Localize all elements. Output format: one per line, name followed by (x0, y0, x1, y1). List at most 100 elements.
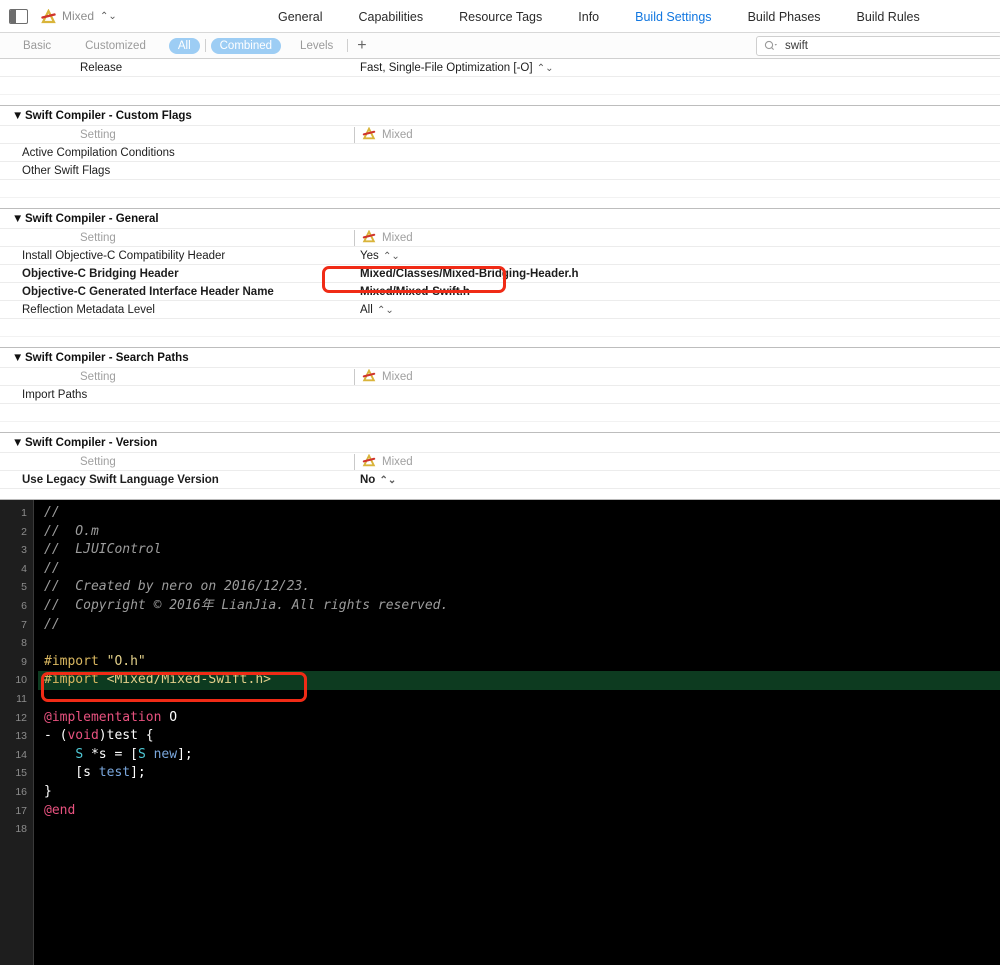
filter-all[interactable]: All (169, 38, 200, 54)
group-header-version[interactable]: ▼ Swift Compiler - Version (0, 433, 1000, 453)
code-area[interactable]: //// O.m// LJUIControl//// Created by ne… (34, 500, 1000, 965)
search-input[interactable]: swift (756, 36, 1000, 56)
setting-name: Reflection Metadata Level (0, 304, 352, 316)
code-token: O (161, 710, 177, 725)
group-subheader: Setting Mixed (0, 368, 1000, 386)
disclosure-triangle-icon[interactable]: ▼ (12, 352, 21, 364)
line-number: 8 (0, 634, 33, 653)
source-code-editor[interactable]: 123456789101112131415161718 //// O.m// L… (0, 500, 1000, 965)
line-number: 6 (0, 597, 33, 616)
chevron-updown-icon[interactable]: ⌃⌄ (537, 63, 554, 74)
group-separator (0, 198, 1000, 209)
tab-resource-tags[interactable]: Resource Tags (459, 10, 542, 24)
tab-info[interactable]: Info (578, 10, 599, 24)
code-token: // Copyright © 2016年 LianJia. All rights… (44, 598, 448, 613)
line-number-gutter: 123456789101112131415161718 (0, 500, 34, 965)
code-line[interactable] (38, 690, 1000, 709)
code-line[interactable]: // (38, 504, 1000, 523)
code-token: [s (44, 765, 99, 780)
table-row[interactable]: Other Swift Flags (0, 162, 1000, 180)
sidebar-toggle-icon[interactable] (9, 9, 28, 24)
code-token: ]; (130, 765, 146, 780)
code-line[interactable]: #import "O.h" (38, 653, 1000, 672)
table-row[interactable]: Reflection Metadata Level All ⌃⌄ (0, 301, 1000, 319)
setting-value[interactable]: All ⌃⌄ (352, 304, 1000, 316)
group-header-general[interactable]: ▼ Swift Compiler - General (0, 209, 1000, 229)
line-number: 17 (0, 802, 33, 821)
table-row[interactable]: Active Compilation Conditions (0, 144, 1000, 162)
resolved-column-header: Mixed (354, 127, 1000, 143)
code-line[interactable]: // Created by nero on 2016/12/23. (38, 578, 1000, 597)
setting-value[interactable]: No ⌃⌄ (352, 474, 1000, 486)
setting-value[interactable]: Mixed/Classes/Mixed-Bridging-Header.h (352, 268, 1000, 280)
code-token (44, 747, 75, 762)
code-line[interactable]: } (38, 783, 1000, 802)
setting-value[interactable]: Yes ⌃⌄ (352, 250, 1000, 262)
group-header-search-paths[interactable]: ▼ Swift Compiler - Search Paths (0, 348, 1000, 368)
code-line[interactable] (38, 820, 1000, 839)
code-line[interactable]: // Copyright © 2016年 LianJia. All rights… (38, 597, 1000, 616)
xcode-target-icon (40, 9, 57, 24)
table-row[interactable]: Import Paths (0, 386, 1000, 404)
code-line[interactable]: [s test]; (38, 764, 1000, 783)
resolved-column-header: Mixed (354, 230, 1000, 246)
group-title: Swift Compiler - Version (25, 437, 157, 449)
tab-capabilities[interactable]: Capabilities (358, 10, 423, 24)
add-setting-button[interactable]: + (357, 38, 366, 54)
chevron-updown-icon[interactable]: ⌃⌄ (380, 475, 397, 486)
resolved-column-header: Mixed (354, 369, 1000, 385)
code-line[interactable]: - (void)test { (38, 727, 1000, 746)
build-settings-table[interactable]: Release Fast, Single-File Optimization [… (0, 59, 1000, 499)
target-selector[interactable]: Mixed ⌃⌄ (40, 9, 117, 24)
line-number: 7 (0, 616, 33, 635)
filter-basic[interactable]: Basic (14, 38, 60, 54)
mixed-label: Mixed (382, 456, 413, 468)
table-row[interactable]: Install Objective-C Compatibility Header… (0, 247, 1000, 265)
search-value: swift (785, 40, 808, 52)
build-settings-filterbar: Basic Customized All Combined Levels + s… (0, 33, 1000, 59)
chevron-updown-icon[interactable]: ⌃⌄ (377, 305, 394, 316)
disclosure-triangle-icon[interactable]: ▼ (12, 437, 21, 449)
setting-value[interactable]: Fast, Single-File Optimization [-O] ⌃⌄ (352, 62, 1000, 74)
group-header-name: ▼ Swift Compiler - Version (0, 437, 352, 449)
filter-customized[interactable]: Customized (76, 38, 155, 54)
code-token: ]; (177, 747, 193, 762)
setting-value-text: No (360, 474, 375, 486)
table-row[interactable]: Use Legacy Swift Language Version No ⌃⌄ (0, 471, 1000, 489)
search-icon (764, 40, 779, 52)
code-line[interactable]: @end (38, 802, 1000, 821)
table-row[interactable]: Objective-C Generated Interface Header N… (0, 283, 1000, 301)
code-line[interactable]: @implementation O (38, 709, 1000, 728)
code-line[interactable]: #import <Mixed/Mixed-Swift.h> (38, 671, 1000, 690)
code-line[interactable]: // O.m (38, 523, 1000, 542)
xcode-target-icon (361, 127, 377, 143)
setting-name: Import Paths (0, 389, 352, 401)
disclosure-triangle-icon[interactable]: ▼ (12, 110, 21, 122)
line-number: 14 (0, 746, 33, 765)
setting-value[interactable]: Mixed/Mixed-Swift.h (352, 286, 1000, 298)
code-line[interactable]: // (38, 616, 1000, 635)
code-line[interactable] (38, 634, 1000, 653)
chevron-updown-icon[interactable]: ⌃⌄ (383, 251, 400, 262)
group-subheader: Setting Mixed (0, 453, 1000, 471)
disclosure-triangle-icon[interactable]: ▼ (12, 213, 21, 225)
tab-build-phases[interactable]: Build Phases (748, 10, 821, 24)
tab-build-rules[interactable]: Build Rules (857, 10, 920, 24)
code-line[interactable]: S *s = [S new]; (38, 746, 1000, 765)
group-title: Swift Compiler - Custom Flags (25, 110, 192, 122)
tab-general[interactable]: General (278, 10, 322, 24)
code-line[interactable]: // (38, 560, 1000, 579)
filter-combined[interactable]: Combined (211, 38, 281, 54)
setting-name: Install Objective-C Compatibility Header (0, 250, 352, 262)
table-row[interactable]: Objective-C Bridging Header Mixed/Classe… (0, 265, 1000, 283)
group-header-custom-flags[interactable]: ▼ Swift Compiler - Custom Flags (0, 106, 1000, 126)
filter-levels[interactable]: Levels (291, 38, 342, 54)
setting-column-header: Setting (0, 232, 352, 244)
group-header-name: ▼ Swift Compiler - Custom Flags (0, 110, 352, 122)
chevron-updown-icon[interactable]: ⌃⌄ (100, 11, 117, 22)
tab-build-settings[interactable]: Build Settings (635, 10, 711, 24)
table-row[interactable]: Release Fast, Single-File Optimization [… (0, 59, 1000, 77)
code-line[interactable]: // LJUIControl (38, 541, 1000, 560)
code-token: *s = [ (83, 747, 138, 762)
setting-name: Release (0, 62, 352, 74)
